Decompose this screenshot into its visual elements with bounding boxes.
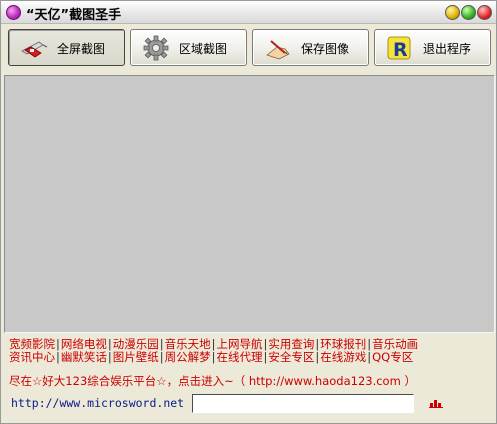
full-screen-capture-button[interactable]: 全屏截图 — [8, 29, 125, 66]
minimize-button[interactable] — [445, 5, 460, 20]
main-window: “天亿”截图圣手 全屏截图 区域截图 保存图像 R 退出程序 宽频影院|网络电视… — [0, 0, 497, 424]
url-input[interactable] — [192, 394, 414, 413]
link-jokes[interactable]: 幽默笑话 — [61, 350, 107, 364]
link-online-games[interactable]: 在线游戏 — [320, 350, 366, 364]
gear-icon — [141, 35, 171, 61]
link-online-proxy[interactable]: 在线代理 — [217, 350, 263, 364]
resize-grip-icon[interactable] — [429, 393, 443, 408]
homepage-url-link[interactable]: http://www.microsword.net — [11, 396, 184, 410]
title-bar[interactable]: “天亿”截图圣手 — [1, 1, 496, 24]
link-wallpapers[interactable]: 图片壁纸 — [113, 350, 159, 364]
promo-link[interactable]: 尽在☆好大123综合娱乐平台☆，点击进入~（ http://www.haoda1… — [9, 373, 416, 389]
region-capture-button[interactable]: 区域截图 — [130, 29, 247, 66]
link-security-zone[interactable]: 安全专区 — [268, 350, 314, 364]
maximize-button[interactable] — [461, 5, 476, 20]
exit-program-button[interactable]: R 退出程序 — [374, 29, 491, 66]
link-dream-interpretation[interactable]: 周公解梦 — [165, 350, 211, 364]
links-row-2: 资讯中心|幽默笑话|图片壁纸|周公解梦|在线代理|安全专区|在线游戏|QQ专区 — [9, 349, 413, 365]
close-button[interactable] — [477, 5, 492, 20]
link-news-center[interactable]: 资讯中心 — [9, 350, 55, 364]
exit-program-label: 退出程序 — [423, 42, 472, 56]
red-knife-icon — [19, 35, 49, 61]
full-screen-capture-label: 全屏截图 — [57, 42, 106, 56]
link-qq-zone[interactable]: QQ专区 — [372, 350, 413, 364]
save-image-button[interactable]: 保存图像 — [252, 29, 369, 66]
svg-text:R: R — [393, 39, 408, 61]
save-image-label: 保存图像 — [301, 42, 350, 56]
app-icon[interactable] — [6, 5, 21, 20]
r-logo-icon: R — [385, 35, 415, 61]
region-capture-label: 区域截图 — [179, 42, 228, 56]
capture-preview-area[interactable] — [4, 75, 495, 333]
window-title: “天亿”截图圣手 — [26, 8, 122, 23]
hand-pen-icon — [263, 35, 293, 61]
toolbar: 全屏截图 区域截图 保存图像 R 退出程序 — [1, 24, 496, 72]
